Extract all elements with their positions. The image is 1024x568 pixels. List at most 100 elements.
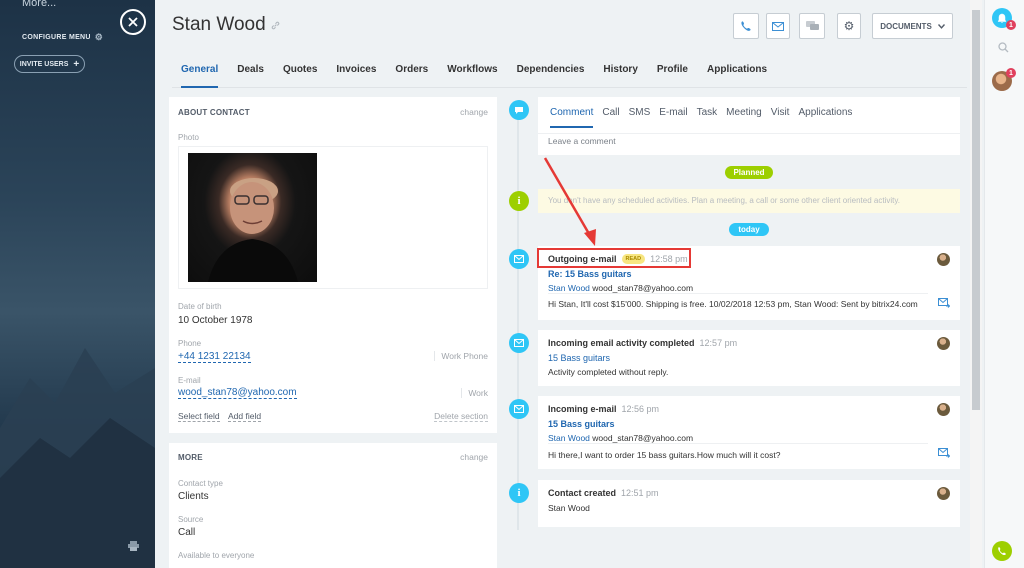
gear-icon: ⚙ xyxy=(94,32,104,42)
phone-link[interactable]: +44 1231 22134 xyxy=(178,351,251,363)
chevron-down-icon xyxy=(937,23,945,29)
email-link[interactable]: wood_stan78@yahoo.com xyxy=(178,387,297,399)
tab-workflows[interactable]: Workflows xyxy=(447,58,497,88)
call-button[interactable] xyxy=(733,13,759,39)
timeline-line xyxy=(517,110,519,530)
activity-title-text: Incoming e-mail xyxy=(548,404,617,414)
email-dot-icon xyxy=(509,249,529,269)
page-title: Stan Wood xyxy=(172,14,280,36)
email-dot-icon xyxy=(509,333,529,353)
composer-tab-applications[interactable]: Applications xyxy=(798,107,852,128)
contact-name: Stan Wood xyxy=(172,14,266,35)
more-change-link[interactable]: change xyxy=(460,452,488,462)
mountain-background xyxy=(0,348,155,568)
source-value: Call xyxy=(178,527,196,538)
documents-label: DOCUMENTS xyxy=(880,21,932,31)
dob-label: Date of birth xyxy=(178,302,222,311)
chat-button[interactable] xyxy=(799,13,825,39)
email-button[interactable] xyxy=(766,13,790,39)
composer-tab-task[interactable]: Task xyxy=(697,107,718,128)
email-subject[interactable]: Re: 15 Bass guitars xyxy=(548,269,632,279)
composer-tab-visit[interactable]: Visit xyxy=(771,107,790,128)
highlight-box xyxy=(537,248,691,268)
composer-tab-sms[interactable]: SMS xyxy=(629,107,651,128)
invite-users-button[interactable]: INVITE USERS + xyxy=(14,55,85,73)
composer-tab-meeting[interactable]: Meeting xyxy=(726,107,762,128)
tab-quotes[interactable]: Quotes xyxy=(283,58,317,88)
email-body: Hi there,I want to order 15 bass guitars… xyxy=(548,450,781,460)
scrollbar-thumb[interactable] xyxy=(972,10,980,410)
photo-frame xyxy=(178,146,488,289)
reply-email-icon[interactable] xyxy=(938,448,950,458)
tab-dependencies[interactable]: Dependencies xyxy=(517,58,585,88)
today-pill: today xyxy=(729,223,769,236)
configure-menu[interactable]: CONFIGURE MENU ⚙ xyxy=(22,32,103,43)
add-field-link[interactable]: Add field xyxy=(228,411,262,422)
composer-tab-email[interactable]: E-mail xyxy=(659,107,687,128)
invite-users-label: INVITE USERS xyxy=(19,60,69,68)
documents-button[interactable]: DOCUMENTS xyxy=(872,13,953,39)
avatar xyxy=(937,253,950,266)
tab-invoices[interactable]: Invoices xyxy=(336,58,376,88)
email-label: E-mail xyxy=(178,376,201,385)
scrollbar[interactable] xyxy=(970,0,982,568)
info-dot-icon: i xyxy=(509,483,529,503)
contact-type-label: Contact type xyxy=(178,479,223,488)
composer-tab-call[interactable]: Call xyxy=(602,107,619,128)
from-name-link[interactable]: Stan Wood xyxy=(548,433,590,443)
settings-button[interactable]: ⚙ xyxy=(837,13,861,39)
more-card: MORE change Contact type Clients Source … xyxy=(169,443,497,568)
tab-general[interactable]: General xyxy=(181,58,219,88)
configure-menu-label: CONFIGURE MENU xyxy=(22,34,91,41)
activity-title-text: Contact created xyxy=(548,488,617,498)
activity-time: 12:51 pm xyxy=(621,488,659,498)
about-change-link[interactable]: change xyxy=(460,107,488,117)
envelope-icon xyxy=(772,21,784,31)
link-icon[interactable] xyxy=(271,21,280,30)
chat-icon xyxy=(805,20,819,30)
bell-badge: 1 xyxy=(1006,20,1016,30)
avatar xyxy=(937,403,950,416)
contact-tabs: General Deals Quotes Invoices Orders Wor… xyxy=(172,58,967,88)
reply-email-icon[interactable] xyxy=(938,298,950,308)
email-subject[interactable]: 15 Bass guitars xyxy=(548,353,610,363)
more-menu-item[interactable]: More... xyxy=(22,0,56,9)
avatar xyxy=(937,487,950,500)
select-field-link[interactable]: Select field xyxy=(178,411,220,422)
composer-tab-comment[interactable]: Comment xyxy=(550,107,594,128)
portrait-image xyxy=(208,178,298,282)
comment-dot-icon xyxy=(509,100,529,120)
from-email: wood_stan78@yahoo.com xyxy=(592,433,694,443)
email-type: Work xyxy=(461,388,488,398)
activity-body: Stan Wood xyxy=(548,503,590,513)
dob-value: 10 October 1978 xyxy=(178,315,253,326)
tab-orders[interactable]: Orders xyxy=(395,58,428,88)
search-icon[interactable] xyxy=(998,42,1009,53)
from-name-link[interactable]: Stan Wood xyxy=(548,283,590,293)
phone-label: Phone xyxy=(178,339,202,348)
tab-applications[interactable]: Applications xyxy=(707,58,767,88)
email-from: Stan Wood wood_stan78@yahoo.com xyxy=(548,283,693,293)
activity-title: Contact created 12:51 pm xyxy=(548,488,659,498)
print-icon[interactable] xyxy=(128,541,139,554)
close-slider-button[interactable] xyxy=(120,9,146,35)
close-icon xyxy=(128,17,138,27)
source-label: Source xyxy=(178,515,204,524)
phone-icon xyxy=(741,21,751,31)
delete-section-link[interactable]: Delete section xyxy=(434,411,488,422)
tab-deals[interactable]: Deals xyxy=(237,58,264,88)
planned-pill: Planned xyxy=(725,166,773,179)
tab-history[interactable]: History xyxy=(603,58,637,88)
tab-profile[interactable]: Profile xyxy=(657,58,688,88)
email-subject[interactable]: 15 Bass guitars xyxy=(548,419,615,429)
email-dot-icon xyxy=(509,399,529,419)
call-phone-icon[interactable] xyxy=(992,541,1012,561)
phone-type: Work Phone xyxy=(434,351,488,361)
email-body: Hi Stan, It'll cost $15'000. Shipping is… xyxy=(548,299,918,309)
about-contact-header: ABOUT CONTACT xyxy=(178,108,250,117)
comment-input[interactable]: Leave a comment xyxy=(548,136,616,146)
activity-title: Incoming email activity completed 12:57 … xyxy=(548,338,737,348)
activity-title-text: Incoming email activity completed xyxy=(548,338,695,348)
contact-photo[interactable] xyxy=(188,153,317,282)
about-contact-card: ABOUT CONTACT change Photo Date of birth… xyxy=(169,97,497,433)
